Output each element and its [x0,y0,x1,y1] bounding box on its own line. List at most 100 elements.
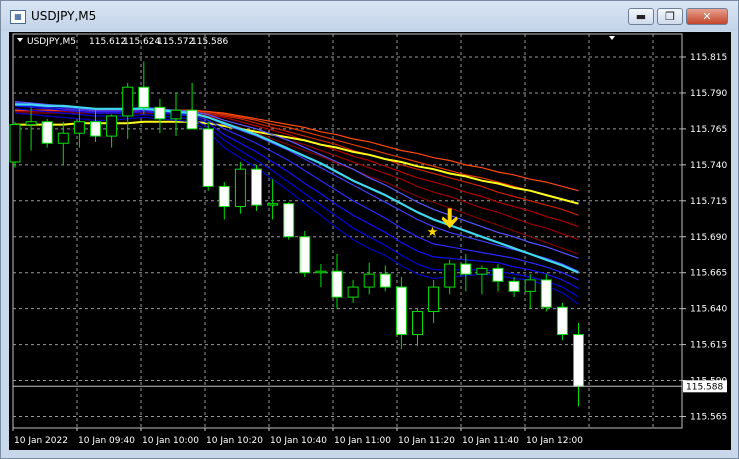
candle-body-bear [331,270,343,298]
candle [347,279,359,303]
candle [476,265,488,295]
chart-symbol: USDJPY,M5 [27,37,76,47]
candle [573,323,584,407]
candle-body-bear [540,279,552,308]
candle-body-bear [573,334,584,387]
price-tick-label: 115.690 [690,233,727,243]
time-tick-label: 10 Jan 10:20 [206,436,263,446]
candle [283,202,295,240]
candle-body-bull [315,270,327,274]
time-axis: 10 Jan 2022 10 Jan 09:40 10 Jan 10:00 10 Ja… [12,427,682,446]
candle [122,82,134,139]
candle-body-bull [234,168,246,208]
chart-window-icon: ▦ [10,10,26,24]
candle-body-bear [138,86,150,108]
price-tick-label: 115.665 [690,269,727,279]
time-tick-label: 10 Jan 10:00 [142,436,199,446]
candle-body-bull [106,115,118,137]
candle [299,231,311,278]
candle [170,92,182,137]
candle [428,279,440,324]
ohlc-low: 115.572 [157,37,194,47]
price-tick-label: 115.640 [690,305,727,315]
candle [186,82,198,130]
candle-body-bear [251,168,262,206]
time-tick-label: 10 Jan 09:40 [78,436,135,446]
price-tick-label: 115.715 [690,197,727,207]
ohlc-high: 115.624 [123,37,160,47]
candle [379,265,391,292]
candle-body-bull [267,203,279,206]
candle [41,118,53,148]
candle [57,121,69,165]
price-chart[interactable]: ★ 115.815 115.790 115.765 115.740 115.715 115… [9,32,731,450]
candle-body-bull [428,286,440,313]
candle [363,262,375,295]
candle [138,61,150,115]
candle-body-bull [347,286,359,298]
candle [106,114,118,148]
candle-body-bull [170,109,182,120]
time-tick-label: 10 Jan 12:00 [526,436,583,446]
candle-body-bull [363,273,375,288]
time-tick-label: 10 Jan 10:40 [270,436,327,446]
candle [251,164,262,211]
price-tick-label: 115.740 [690,161,727,171]
candle-body-bear [186,109,198,130]
time-tick-label: 10 Jan 11:00 [334,436,391,446]
candle [9,121,21,168]
time-tick-label: 10 Jan 11:20 [398,436,455,446]
close-button[interactable]: ✕ [686,8,728,25]
time-tick-label: 10 Jan 11:40 [462,436,519,446]
candle [444,259,456,295]
time-tick-label: 10 Jan 2022 [14,436,68,446]
candle-body-bull [57,132,69,144]
candle-body-bull [9,124,21,163]
chart-window: ▦ USDJPY,M5 ▬ ❐ ✕ ★ 115.815 115.790 115.76… [0,0,739,459]
candle [218,182,230,220]
candle [90,110,101,142]
candle-body-bear [395,286,407,336]
candlestick-chart-svg[interactable]: ★ 115.815 115.790 115.765 115.740 115.715 115… [9,32,731,450]
window-title: USDJPY,M5 [31,9,97,23]
candle-body-bear [154,106,166,120]
candle [315,264,327,288]
chart-shift-icon [609,36,615,40]
candle-body-bear [556,306,568,336]
candle [202,121,214,191]
candle-body-bear [379,273,391,288]
current-price-label: 115.588 [686,382,723,392]
ohlc-close: 115.586 [191,37,228,47]
price-tick-label: 115.790 [690,89,727,99]
candle-body-bear [460,263,472,275]
title-bar[interactable]: ▦ USDJPY,M5 ▬ ❐ ✕ [1,1,738,31]
candle [234,161,246,214]
signal-star-icon: ★ [427,225,439,240]
price-tick-label: 115.815 [690,53,727,63]
candle-body-bull [412,311,423,336]
symbol-dropdown-icon[interactable] [17,38,23,42]
candle-body-bear [508,280,520,292]
candle [556,302,568,341]
candle [540,274,552,312]
candle-body-bull [122,86,134,117]
candle-body-bull [444,263,456,288]
price-tick-label: 115.615 [690,341,727,351]
price-tick-label: 115.765 [690,125,727,135]
candle [508,277,520,298]
candle-body-bull [73,121,85,134]
candle-body-bull [25,121,37,126]
candle-body-bear [492,267,504,282]
candle-body-bull [524,279,536,292]
minimize-button[interactable]: ▬ [628,8,654,25]
candle-body-bull [476,267,488,275]
candle [154,98,166,134]
candle-body-bear [90,121,101,137]
ohlc-open: 115.612 [89,37,126,47]
candle-body-bear [283,203,295,238]
candle-body-bear [41,121,53,144]
candle [395,277,407,349]
candle [492,264,504,292]
maximize-button[interactable]: ❐ [657,8,683,25]
price-tick-label: 115.565 [690,412,727,422]
